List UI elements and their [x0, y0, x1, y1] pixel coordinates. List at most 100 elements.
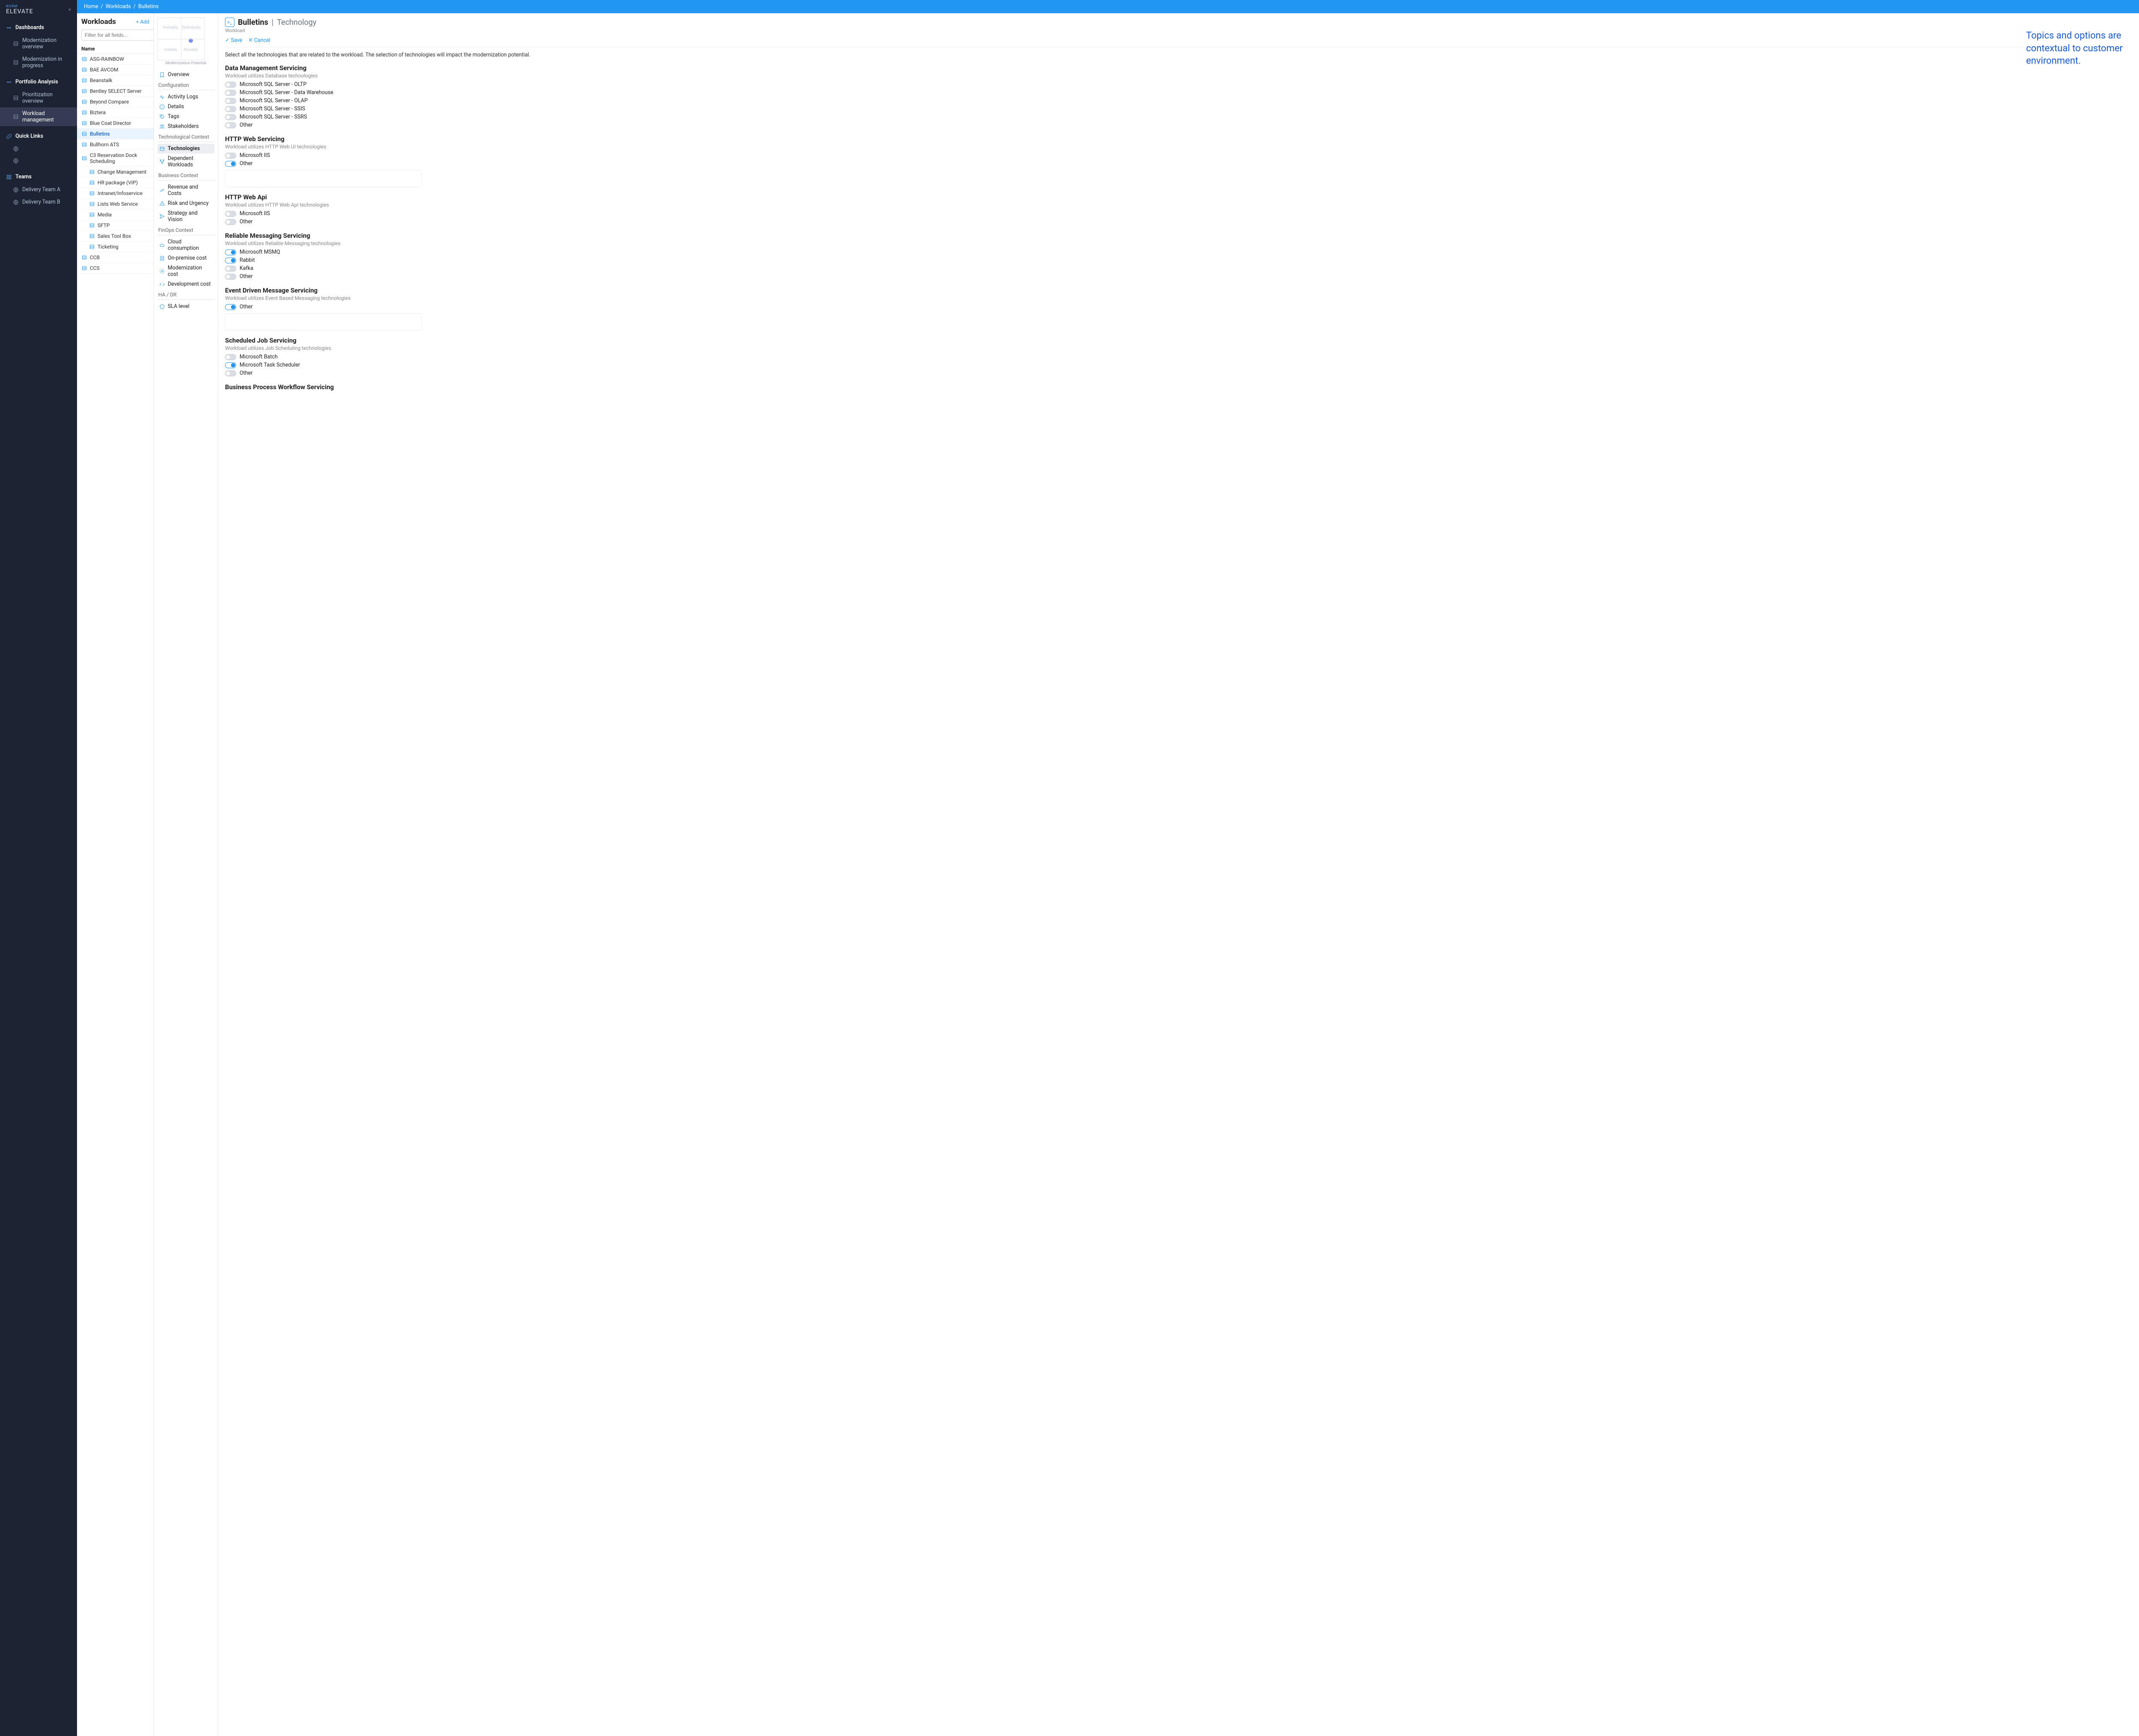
toggle[interactable]: [225, 98, 236, 104]
tech-section: Business Process Workflow Servicing: [225, 383, 2129, 391]
tech-section-title: Scheduled Job Servicing: [225, 337, 2129, 344]
aux-text-box[interactable]: [225, 313, 422, 331]
tech-section: Event Driven Message ServicingWorkload u…: [225, 287, 2129, 331]
workload-item[interactable]: C3 Reservation Dock Scheduling: [77, 150, 154, 167]
sidebar-item[interactable]: Workload management: [0, 107, 77, 126]
detail-item-icon: [159, 304, 165, 310]
toggle[interactable]: [225, 211, 236, 217]
sidebar-item[interactable]: Delivery Team B: [0, 196, 77, 208]
workloads-title: Workloads: [81, 18, 116, 26]
workloads-filter-input[interactable]: [81, 30, 154, 41]
nav-section-title[interactable]: Portfolio Analysis: [0, 75, 77, 89]
collapse-sidebar-icon[interactable]: «: [68, 6, 71, 13]
toggle[interactable]: [225, 161, 236, 167]
detail-subtitle: Workload: [225, 28, 2129, 33]
toggle[interactable]: [225, 257, 236, 263]
tech-option-label: Other: [240, 370, 252, 376]
tech-option: Microsoft IIS: [225, 151, 2129, 160]
detail-nav-item[interactable]: Cloud consumption: [157, 237, 214, 253]
detail-nav-item[interactable]: Stakeholders: [157, 121, 214, 131]
toggle[interactable]: [225, 249, 236, 255]
tech-option-label: Microsoft SQL Server - SSRS: [240, 114, 307, 120]
detail-nav-item[interactable]: SLA level: [157, 302, 214, 311]
workload-item[interactable]: Change Management: [77, 167, 154, 177]
terminal-icon: >_: [225, 18, 234, 27]
breadcrumb-home[interactable]: Home: [84, 3, 98, 10]
toggle[interactable]: [225, 90, 236, 96]
workload-item[interactable]: Blue Coat Director: [77, 118, 154, 129]
detail-nav-item[interactable]: Technologies: [157, 144, 214, 154]
workload-item[interactable]: Beanstalk: [77, 75, 154, 86]
toggle[interactable]: [225, 354, 236, 360]
nav-section-title[interactable]: Teams: [0, 170, 77, 183]
sidebar-item[interactable]: Modernization in progress: [0, 53, 77, 72]
sidebar-item[interactable]: Modernization overview: [0, 34, 77, 53]
toggle[interactable]: [225, 82, 236, 88]
tech-option-label: Kafka: [240, 265, 253, 272]
cancel-button[interactable]: ✕ Cancel: [248, 37, 270, 44]
detail-nav-item[interactable]: Activity Logs: [157, 92, 214, 102]
sidebar-item[interactable]: [0, 155, 77, 167]
detail-nav-item[interactable]: Modernization cost: [157, 263, 214, 279]
nav-section-title[interactable]: Dashboards: [0, 21, 77, 34]
detail-nav-item[interactable]: On-premise cost: [157, 253, 214, 263]
detail-nav-item[interactable]: Development cost: [157, 279, 214, 289]
toggle[interactable]: [225, 274, 236, 280]
list-icon: [81, 88, 87, 94]
workload-item[interactable]: SFTP: [77, 220, 154, 231]
workload-item[interactable]: Bulletins: [77, 129, 154, 139]
workload-item[interactable]: Bullhorn ATS: [77, 139, 154, 150]
workload-item[interactable]: Lists Web Service: [77, 199, 154, 210]
toggle[interactable]: [225, 114, 236, 120]
toggle[interactable]: [225, 106, 236, 112]
toggle[interactable]: [225, 266, 236, 272]
workload-item[interactable]: Beyond Compare: [77, 97, 154, 107]
tech-option-label: Microsoft Task Scheduler: [240, 362, 300, 368]
workload-item[interactable]: Bentley SELECT Server: [77, 86, 154, 97]
toggle[interactable]: [225, 219, 236, 225]
detail-nav-item[interactable]: Tags: [157, 112, 214, 121]
detail-nav-item[interactable]: Details: [157, 102, 214, 112]
add-workload-button[interactable]: + Add: [136, 19, 149, 25]
tech-option: Other: [225, 218, 2129, 226]
main: Home / Workloads / Bulletins Workloads +…: [77, 0, 2139, 1736]
aux-text-box[interactable]: [225, 170, 422, 187]
toggle[interactable]: [225, 304, 236, 310]
workload-item[interactable]: BAE AVCOM: [77, 65, 154, 75]
sidebar-item[interactable]: [0, 143, 77, 155]
workload-item[interactable]: Media: [77, 210, 154, 220]
tech-section-title: HTTP Web Api: [225, 193, 2129, 201]
workload-item[interactable]: CCS: [77, 263, 154, 274]
workload-item[interactable]: Biztera: [77, 107, 154, 118]
detail-item-icon: [159, 114, 165, 120]
toggle[interactable]: [225, 153, 236, 159]
detail-nav-overview[interactable]: Overview: [157, 70, 214, 80]
breadcrumb-current[interactable]: Bulletins: [138, 3, 159, 10]
detail-nav-item[interactable]: Strategy and Vision: [157, 208, 214, 225]
sidebar-item[interactable]: Delivery Team A: [0, 183, 77, 196]
tech-section-title: Data Management Servicing: [225, 64, 2129, 72]
workload-item[interactable]: ASG-RAINBOW: [77, 54, 154, 65]
breadcrumb-workloads[interactable]: Workloads: [106, 3, 131, 10]
workload-item[interactable]: CCB: [77, 252, 154, 263]
section-icon: [6, 79, 12, 85]
tech-option: Other: [225, 272, 2129, 281]
workload-item[interactable]: Intranet/Infoservice: [77, 188, 154, 199]
globe-icon: [13, 146, 19, 152]
workload-item[interactable]: Sales Tool Box: [77, 231, 154, 242]
logo-toptext: NORM: [6, 4, 33, 8]
detail-nav-item[interactable]: Revenue and Costs: [157, 182, 214, 198]
detail-nav-item[interactable]: Dependent Workloads: [157, 154, 214, 170]
save-button[interactable]: ✓ Save: [225, 37, 242, 44]
workload-item[interactable]: Ticketing: [77, 242, 154, 252]
toggle[interactable]: [225, 362, 236, 368]
list-icon: [89, 222, 95, 228]
nav-section-title[interactable]: Quick Links: [0, 130, 77, 143]
toggle[interactable]: [225, 122, 236, 128]
sidebar-item[interactable]: Prioritization overview: [0, 89, 77, 107]
detail-nav-item[interactable]: Risk and Urgency: [157, 198, 214, 208]
workload-item[interactable]: HR package (VIP): [77, 177, 154, 188]
quad-x-axis: Modernization Potential: [157, 61, 214, 65]
toggle[interactable]: [225, 370, 236, 376]
list-icon: [89, 201, 95, 207]
